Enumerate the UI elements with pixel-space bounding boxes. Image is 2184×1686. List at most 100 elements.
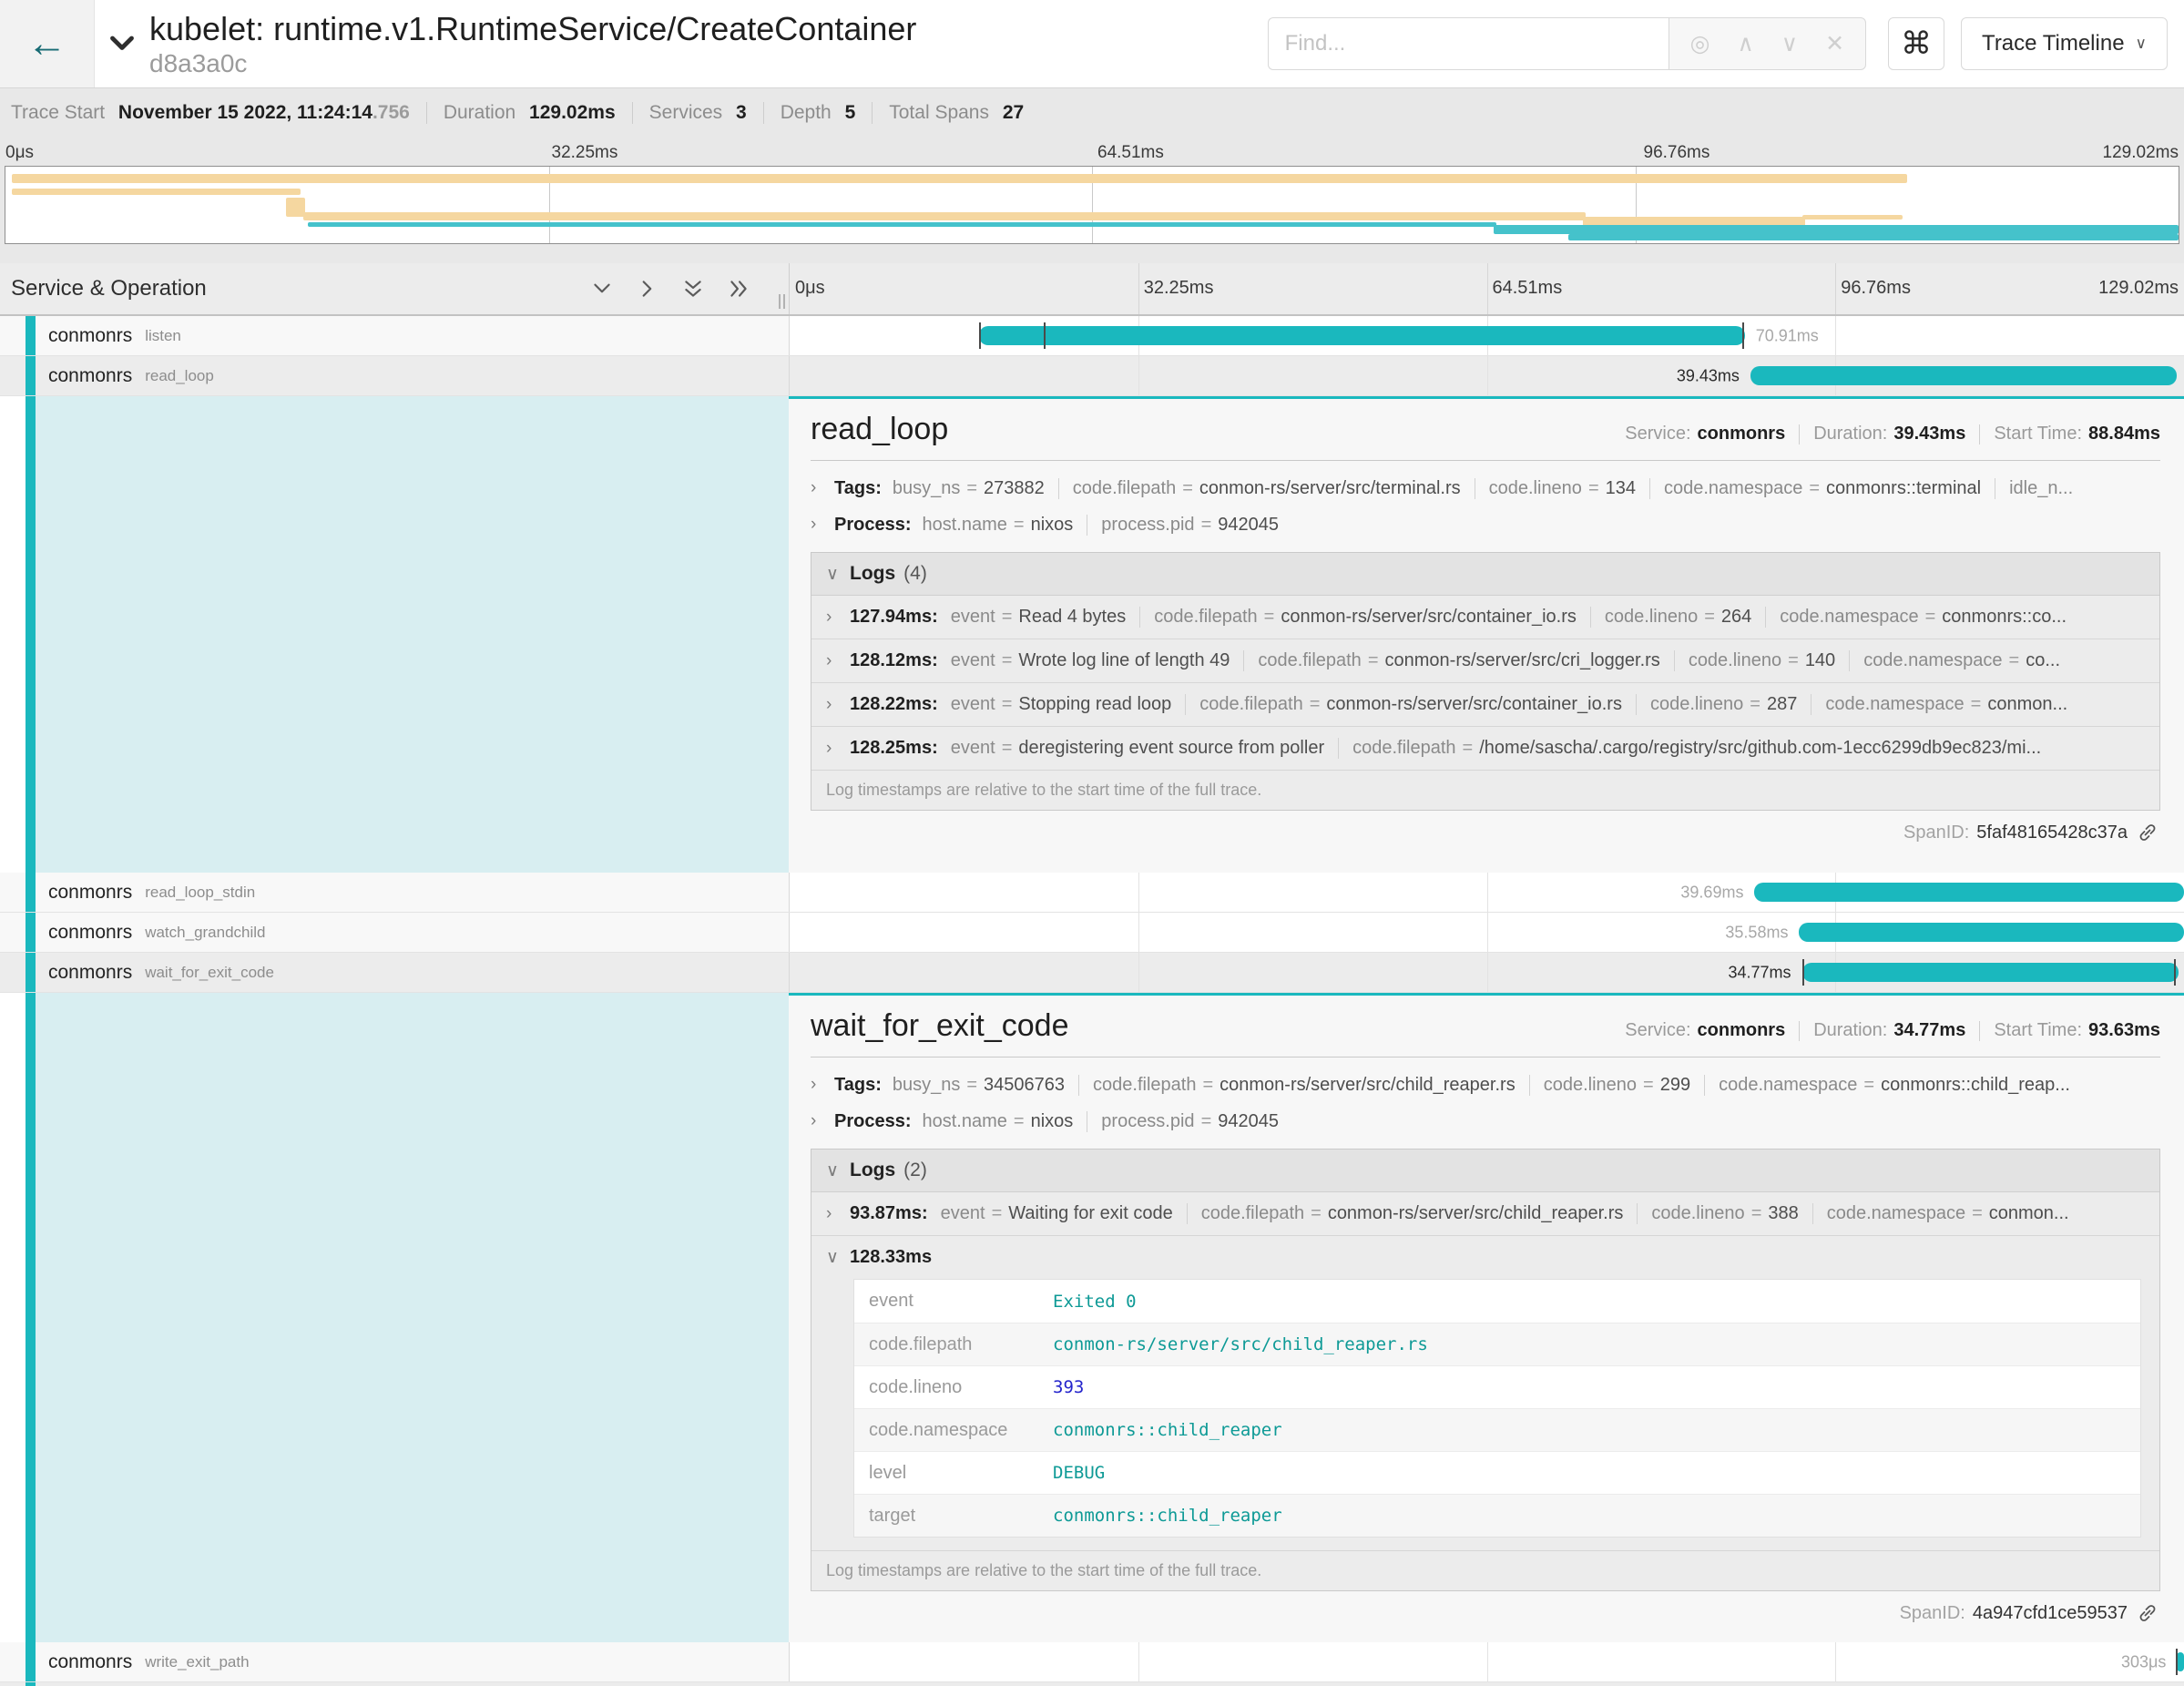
tag-value: nixos xyxy=(1031,1111,1074,1132)
tag-key: event xyxy=(951,607,995,628)
tick-label: 96.76ms xyxy=(1644,143,1710,163)
log-marker xyxy=(2176,1649,2178,1675)
summary-label: Duration xyxy=(444,102,521,123)
service-name: conmonrs xyxy=(48,1651,132,1673)
span-row[interactable]: conmonrslisten70.91ms xyxy=(0,316,2184,356)
collapse-one-icon[interactable] xyxy=(590,277,614,301)
log-timestamp: 93.87ms: xyxy=(850,1203,928,1224)
tags-row-label: Tags: xyxy=(834,1075,882,1096)
process-row[interactable]: ›Process:host.name=nixosprocess.pid=9420… xyxy=(811,1103,2160,1139)
operation-name: write_exit_path xyxy=(145,1653,249,1671)
operation-name: watch_grandchild xyxy=(145,924,265,942)
logs-section: ∨Logs(2) › 93.87ms: event=Waiting for exit … xyxy=(811,1149,2160,1591)
trace-title-block: kubelet: runtime.v1.RuntimeService/Creat… xyxy=(149,9,916,79)
minimap-span-bar xyxy=(1494,225,2179,234)
link-icon[interactable] xyxy=(2137,1602,2158,1624)
tag-field: code.lineno=388 xyxy=(1637,1203,1811,1224)
span-row[interactable]: conmonrswait_for_exit_code34.77ms xyxy=(0,953,2184,993)
cutoff-row xyxy=(0,1682,2184,1686)
crosshair-icon[interactable]: ◎ xyxy=(1677,30,1724,57)
tags-row-label: Tags: xyxy=(834,478,882,499)
process-row[interactable]: ›Process:host.name=nixosprocess.pid=9420… xyxy=(811,506,2160,543)
span-duration-bar[interactable] xyxy=(1750,366,2177,385)
equals-sign: = xyxy=(1014,515,1025,536)
tag-value: Waiting for exit code xyxy=(1008,1203,1172,1224)
table-row: eventExited 0 xyxy=(854,1280,2140,1323)
expand-one-icon[interactable] xyxy=(636,277,659,301)
span-id-label: SpanID: xyxy=(1903,823,1969,843)
chevron-right-icon: › xyxy=(811,1075,823,1095)
span-duration-label: 34.77ms xyxy=(1728,963,1791,982)
tag-field: code.namespace=conmon... xyxy=(1811,694,2081,715)
close-icon[interactable]: ✕ xyxy=(1811,30,1858,57)
minimap-tick-labels: 0μs32.25ms64.51ms96.76ms129.02ms xyxy=(0,137,2184,166)
field-key: target xyxy=(854,1506,1053,1527)
field-value: Exited 0 xyxy=(1053,1292,1137,1312)
tag-key: event xyxy=(941,1203,985,1224)
tag-value: conmon-rs/server/src/container_io.rs xyxy=(1326,694,1622,715)
keyboard-shortcuts-button[interactable]: ⌘ xyxy=(1888,17,1944,70)
span-row[interactable]: conmonrswatch_grandchild35.58ms xyxy=(0,913,2184,953)
tag-field: code.filepath=conmon-rs/server/src/conta… xyxy=(1139,607,1590,628)
service-name: conmonrs xyxy=(48,365,132,387)
collapse-all-icon[interactable] xyxy=(681,277,705,301)
tag-value: 264 xyxy=(1721,607,1751,628)
span-duration-bar[interactable] xyxy=(979,326,1745,345)
tag-value: Wrote log line of length 49 xyxy=(1018,650,1230,671)
tag-value: conmon-rs/server/src/terminal.rs xyxy=(1199,478,1461,499)
log-entry[interactable]: ›128.22ms:event=Stopping read loopcode.f… xyxy=(811,683,2159,727)
tag-field: code.lineno=134 xyxy=(1475,478,1649,499)
tag-field: code.filepath=/home/sascha/.cargo/regist… xyxy=(1338,738,2055,759)
span-duration-bar[interactable] xyxy=(1799,923,2184,942)
log-entry[interactable]: › 93.87ms: event=Waiting for exit code code… xyxy=(811,1192,2159,1236)
service-color-bar xyxy=(26,396,36,873)
table-row: code.lineno393 xyxy=(854,1365,2140,1408)
equals-sign: = xyxy=(1310,694,1321,715)
span-duration-bar[interactable] xyxy=(1802,963,2179,982)
summary-item: Total Spans 27 xyxy=(889,102,1024,124)
chevron-down-icon[interactable]: ∨ xyxy=(1768,30,1811,57)
column-resizer-grip[interactable] xyxy=(779,294,785,309)
grid-line xyxy=(1487,263,1488,314)
tag-key: event xyxy=(951,694,995,715)
back-button[interactable]: ← xyxy=(0,0,95,87)
log-entry[interactable]: ›127.94ms:event=Read 4 bytescode.filepat… xyxy=(811,596,2159,639)
span-duration-bar[interactable] xyxy=(2177,1652,2184,1671)
span-row[interactable]: conmonrsread_loop_stdin39.69ms xyxy=(0,873,2184,913)
tag-value: 942045 xyxy=(1218,515,1279,536)
trace-collapse-toggle[interactable] xyxy=(106,27,138,60)
separator xyxy=(1979,424,1980,444)
expand-all-icon[interactable] xyxy=(727,277,750,301)
span-duration-bar[interactable] xyxy=(1754,883,2184,902)
separator xyxy=(872,102,873,124)
span-row[interactable]: conmonrsread_loop39.43ms xyxy=(0,356,2184,396)
find-input[interactable] xyxy=(1268,17,1669,70)
span-row[interactable]: conmonrswrite_exit_path303μs xyxy=(0,1642,2184,1682)
tag-key: code.filepath xyxy=(1073,478,1176,499)
logs-section: ∨Logs(4)›127.94ms:event=Read 4 bytescode… xyxy=(811,552,2160,811)
logs-header[interactable]: ∨Logs(2) xyxy=(811,1150,2159,1192)
log-entry-header[interactable]: ∨128.33ms xyxy=(826,1247,2145,1268)
timeline-minimap[interactable] xyxy=(5,166,2179,244)
span-detail-panel: read_loopService:conmonrsDuration:39.43m… xyxy=(0,396,2184,873)
log-entry[interactable]: ›128.25ms:event=deregistering event sour… xyxy=(811,727,2159,771)
tag-key: host.name xyxy=(923,1111,1007,1132)
operation-name: wait_for_exit_code xyxy=(145,964,274,982)
chevron-right-icon: › xyxy=(826,1204,839,1224)
chevron-up-icon[interactable]: ∧ xyxy=(1723,30,1767,57)
field-key: code.filepath xyxy=(854,1334,1053,1355)
tag-field: event=Waiting for exit code xyxy=(941,1203,1187,1224)
tags-row[interactable]: ›Tags:busy_ns=34506763code.filepath=conm… xyxy=(811,1067,2160,1103)
link-icon[interactable] xyxy=(2137,822,2158,843)
field-key: level xyxy=(854,1463,1053,1484)
span-id-row: SpanID:4a947cfd1ce59537 xyxy=(811,1602,2160,1624)
span-row-name: conmonrswatch_grandchild xyxy=(0,913,789,952)
log-entry[interactable]: ›128.12ms:event=Wrote log line of length… xyxy=(811,639,2159,683)
tag-value: 942045 xyxy=(1218,1111,1279,1132)
tags-row[interactable]: ›Tags:busy_ns=273882code.filepath=conmon… xyxy=(811,470,2160,506)
trace-view-selector[interactable]: Trace Timeline ∨ xyxy=(1961,17,2168,70)
service-color-bar xyxy=(26,913,36,952)
meta-value: conmonrs xyxy=(1698,1020,1786,1041)
field-key: code.namespace xyxy=(854,1420,1053,1441)
logs-header[interactable]: ∨Logs(4) xyxy=(811,553,2159,596)
